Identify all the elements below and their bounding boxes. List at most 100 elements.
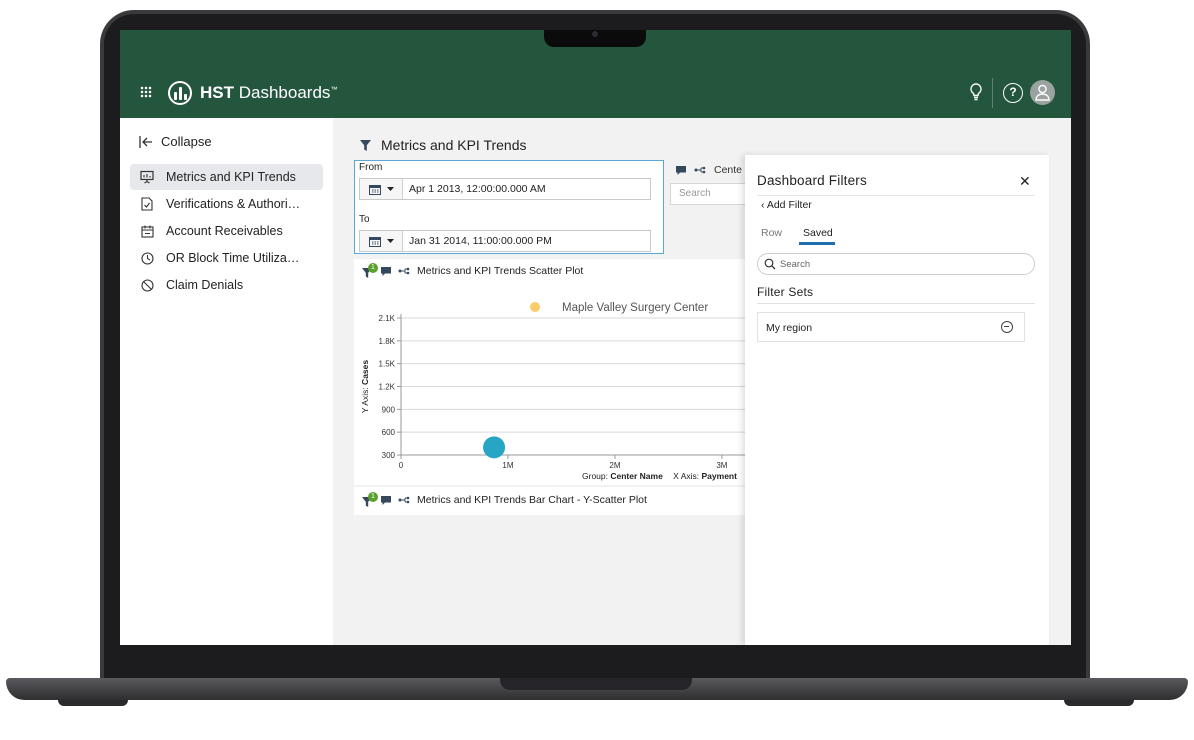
scatter-point [483, 436, 506, 459]
filter-icon[interactable]: 1 [362, 262, 378, 278]
to-date-picker-button[interactable] [360, 231, 403, 251]
brand-title[interactable]: HST Dashboards™ [200, 83, 337, 103]
page-title: Metrics and KPI Trends [360, 137, 527, 153]
y-tick-label: 1.8K [379, 337, 396, 346]
close-icon[interactable]: ✕ [1019, 173, 1031, 190]
y-tick-label: 2.1K [379, 314, 396, 323]
x-tick-label: 2M [609, 461, 620, 470]
sidebar: Collapse Metrics and KPI Trends Verifica… [120, 118, 333, 645]
comment-icon[interactable] [676, 165, 686, 175]
x-tick-label: 3M [716, 461, 727, 470]
comment-icon[interactable] [381, 266, 391, 276]
divider [757, 195, 1035, 196]
dashboard-filters-panel: Dashboard Filters ✕ ‹ Add Filter Row Sav… [745, 155, 1049, 645]
center-label: Cente [714, 164, 743, 176]
hierarchy-icon[interactable] [398, 496, 410, 504]
group-label-part: Center Name [610, 471, 663, 481]
sidebar-item-label: Claim Denials [166, 278, 244, 292]
filter-search-placeholder: Search [780, 259, 811, 270]
chevron-left-icon: ‹ [761, 199, 765, 211]
hierarchy-icon[interactable] [694, 166, 706, 174]
filter-set-item[interactable]: My region [757, 312, 1025, 342]
clock-icon [140, 251, 154, 265]
calendar-icon [368, 236, 381, 247]
brand-name: Dashboards [238, 83, 331, 102]
y-tick-label: 300 [382, 451, 396, 460]
laptop-foot-right [1064, 700, 1134, 706]
camera-icon [592, 31, 598, 37]
brand-prefix: HST [200, 83, 234, 102]
tab-row[interactable]: Row [761, 227, 782, 239]
remove-circle-icon[interactable] [1001, 321, 1013, 333]
to-date-value: Jan 31 2014, 11:00:00.000 PM [409, 235, 552, 247]
lightbulb-icon[interactable] [966, 83, 986, 103]
logo-icon [168, 81, 192, 105]
center-filter-header: Cente [676, 164, 742, 176]
x-tick-label: 0 [399, 461, 404, 470]
page-title-text: Metrics and KPI Trends [381, 137, 527, 153]
active-tab-indicator [799, 242, 835, 245]
collapse-button[interactable]: Collapse [139, 134, 212, 149]
add-filter-label: Add Filter [766, 199, 812, 211]
brand-trademark: ™ [330, 86, 338, 94]
y-tick-label: 1.5K [379, 360, 396, 369]
from-date-field[interactable]: Apr 1 2013, 12:00:00.000 AM [359, 178, 651, 200]
filter-count-badge: 1 [368, 262, 378, 273]
filter-set-label: My region [766, 322, 813, 334]
collapse-arrow-icon [139, 135, 152, 148]
hierarchy-icon[interactable] [398, 267, 410, 275]
laptop-groove [500, 678, 692, 690]
group-label-part: Group: [582, 471, 610, 481]
filters-title: Dashboard Filters [757, 173, 867, 188]
scatter-card-title: Metrics and KPI Trends Scatter Plot [417, 265, 584, 277]
presentation-icon [140, 170, 154, 184]
divider [757, 303, 1035, 304]
filter-sets-heading: Filter Sets [757, 285, 814, 299]
sidebar-item-account-receivables[interactable]: Account Receivables [130, 218, 323, 244]
screen: HST Dashboards™ ? Collapse Metrics and K… [120, 30, 1071, 645]
calendar-icon [140, 224, 154, 238]
search-icon [764, 258, 776, 270]
x-axis-label-part: Payment [702, 471, 738, 481]
date-range-panel: From Apr 1 2013, 12:00:00.000 AM To Jan … [354, 160, 664, 254]
filter-count-badge: 1 [368, 491, 378, 502]
group-label: Group: Center Name X Axis: Payment [582, 471, 737, 481]
x-axis-label-part: X Axis: [671, 471, 702, 481]
from-label: From [359, 162, 383, 173]
from-date-value: Apr 1 2013, 12:00:00.000 AM [409, 183, 546, 195]
filter-icon[interactable]: 1 [362, 491, 378, 507]
y-tick-label: 600 [382, 428, 396, 437]
y-axis-label: Y Axis: Cases [360, 360, 370, 414]
to-label: To [359, 214, 370, 225]
sidebar-item-label: Account Receivables [166, 224, 283, 238]
caret-down-icon [386, 187, 394, 191]
help-icon[interactable]: ? [1003, 83, 1023, 103]
comment-icon[interactable] [381, 495, 391, 505]
sidebar-item-label: OR Block Time Utiliza… [166, 251, 300, 265]
tab-saved[interactable]: Saved [803, 227, 833, 239]
block-icon [140, 278, 154, 292]
sidebar-item-claim-denials[interactable]: Claim Denials [130, 272, 323, 298]
sidebar-item-label: Metrics and KPI Trends [166, 170, 296, 184]
app-grid-icon[interactable] [140, 86, 152, 98]
calendar-icon [368, 184, 381, 195]
from-date-picker-button[interactable] [360, 179, 403, 199]
legend-label: Maple Valley Surgery Center [562, 302, 708, 314]
bar-card-header: 1 Metrics and KPI Trends Bar Chart - Y-S… [362, 491, 647, 507]
to-date-field[interactable]: Jan 31 2014, 11:00:00.000 PM [359, 230, 651, 252]
sidebar-item-metrics[interactable]: Metrics and KPI Trends [130, 164, 323, 190]
collapse-label: Collapse [161, 134, 212, 149]
sidebar-item-verifications[interactable]: Verifications & Authori… [130, 191, 323, 217]
filter-search-input[interactable]: Search [757, 253, 1035, 275]
sidebar-item-label: Verifications & Authori… [166, 197, 301, 211]
y-axis-label-value: Cases [360, 360, 370, 385]
y-tick-label: 900 [382, 405, 396, 414]
add-filter-button[interactable]: ‹ Add Filter [761, 199, 812, 211]
avatar[interactable] [1030, 80, 1055, 105]
sidebar-item-or-block-time[interactable]: OR Block Time Utiliza… [130, 245, 323, 271]
bar-card-title: Metrics and KPI Trends Bar Chart - Y-Sca… [417, 494, 647, 506]
filter-icon[interactable] [360, 139, 371, 151]
center-search-input[interactable]: Search [670, 183, 750, 205]
caret-down-icon [386, 239, 394, 243]
x-tick-label: 1M [502, 461, 513, 470]
